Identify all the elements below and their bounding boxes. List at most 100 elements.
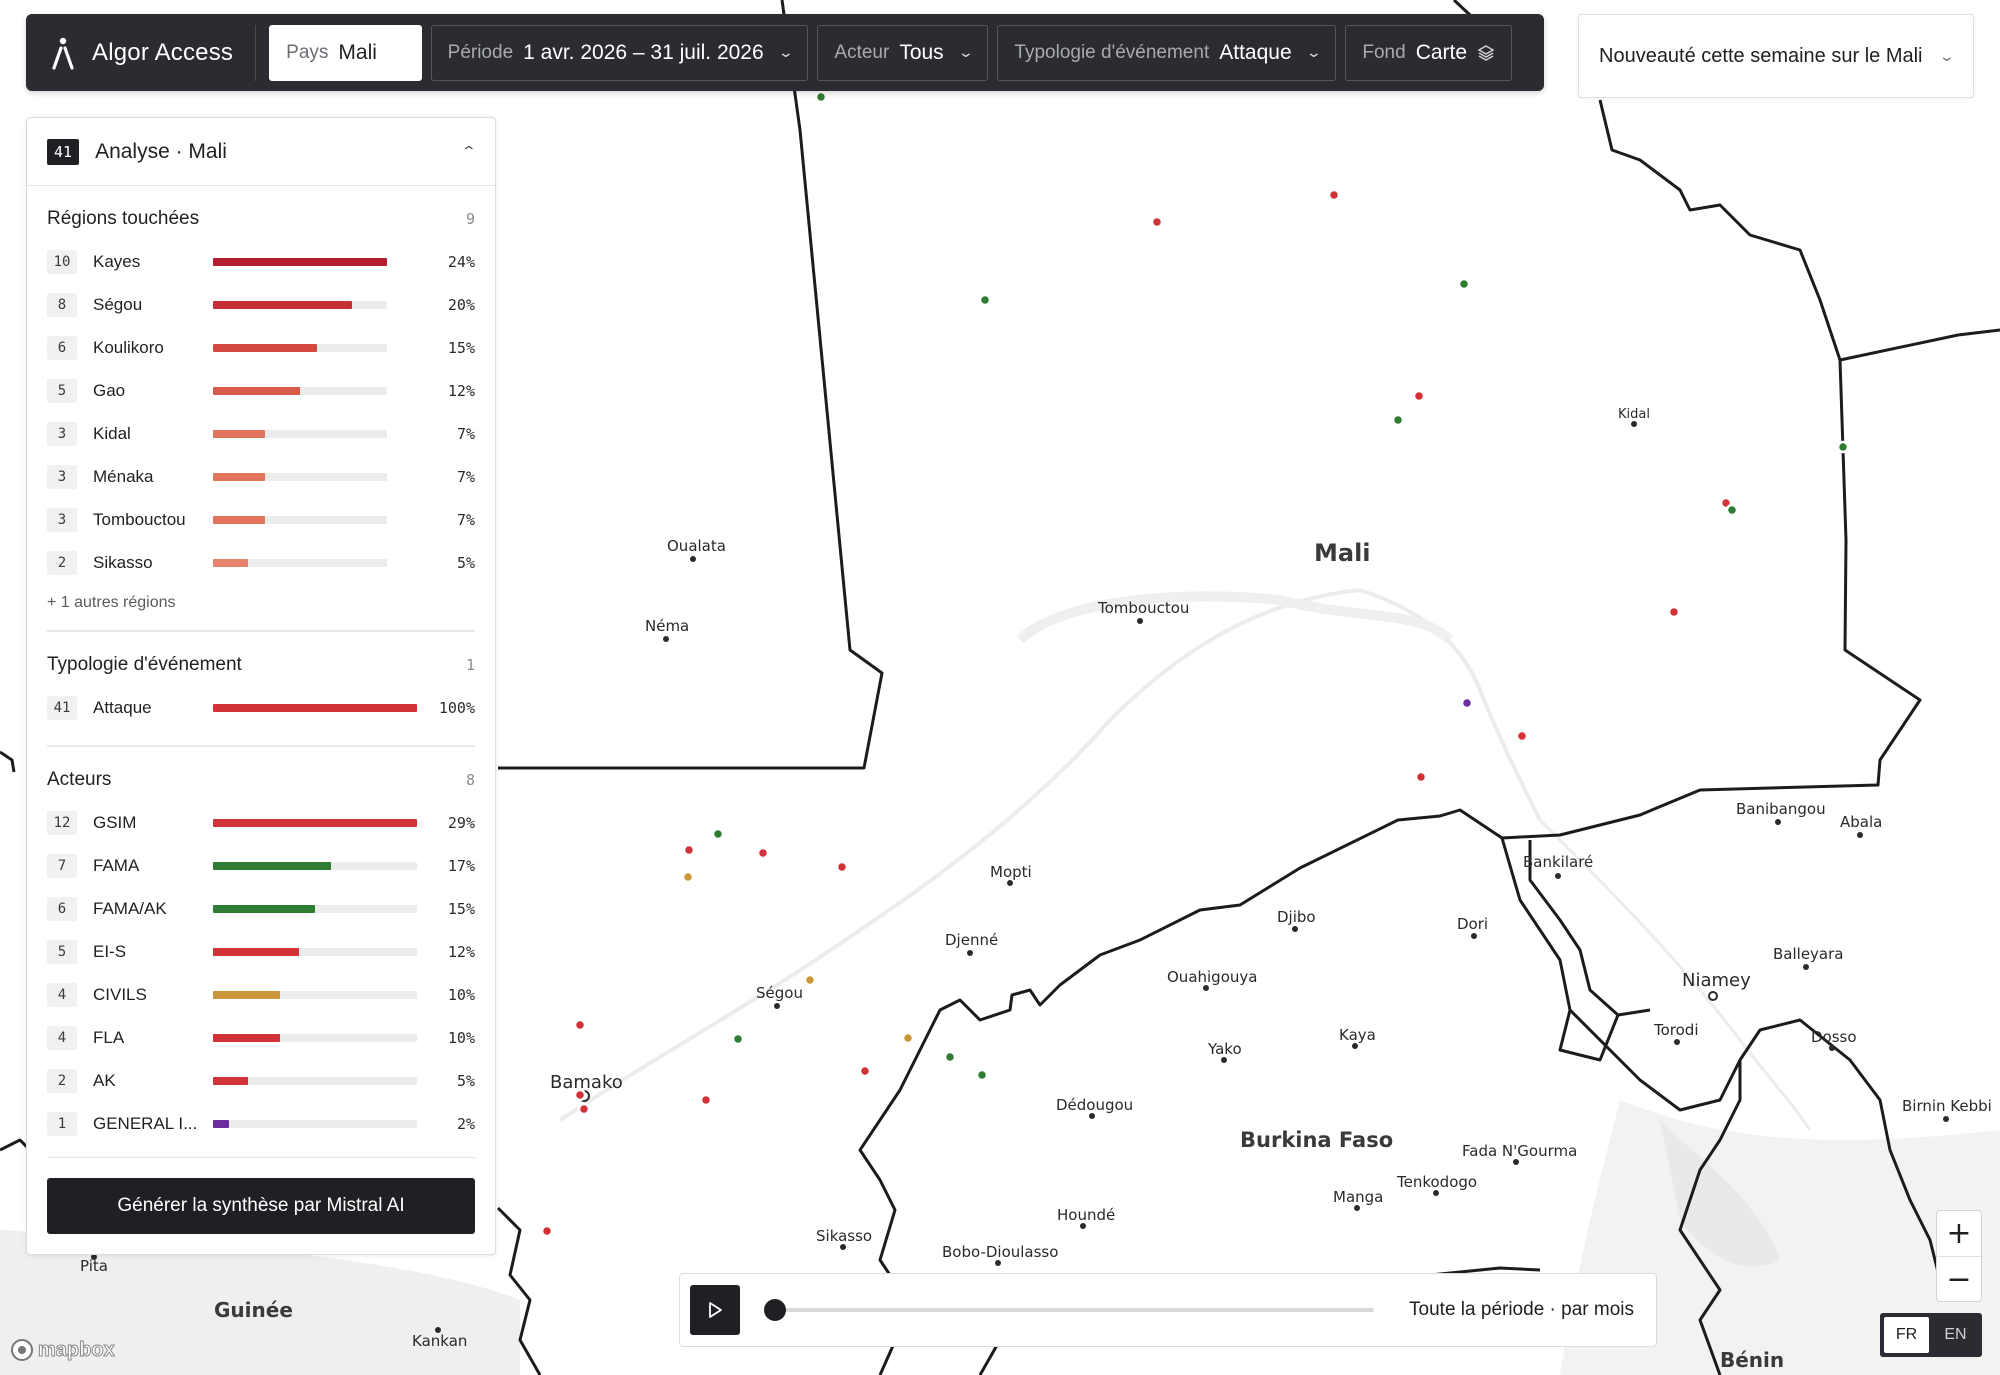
stat-row[interactable]: 7 FAMA 17%: [47, 844, 475, 887]
zoom-out-button[interactable]: −: [1937, 1256, 1981, 1301]
event-marker: [975, 1068, 989, 1082]
regions-title: Régions touchées: [47, 208, 200, 229]
country-benin: Bénin: [1720, 1348, 1784, 1372]
chevron-down-icon: ⌄: [390, 44, 407, 60]
filter-country[interactable]: Pays Mali ⌄: [269, 24, 422, 81]
svg-text:Abala: Abala: [1840, 813, 1882, 831]
actors-title: Acteurs: [47, 769, 112, 790]
event-marker: [1414, 770, 1428, 784]
stat-label: Ménaka: [93, 466, 154, 486]
country-mali: Mali: [1314, 539, 1371, 567]
filter-basemap[interactable]: Fond Carte: [1345, 24, 1513, 81]
event-marker: [1412, 389, 1426, 403]
stat-bar: [213, 257, 387, 266]
stat-percent: 15%: [447, 899, 475, 918]
stat-bar: [213, 1076, 417, 1085]
stat-count: 5: [47, 939, 77, 964]
stat-row[interactable]: 3 Kidal 7%: [47, 412, 475, 455]
stat-row[interactable]: 8 Ségou 20%: [47, 283, 475, 326]
filter-actor[interactable]: Acteur Tous ⌄: [817, 24, 989, 81]
stat-bar: [213, 515, 387, 524]
stat-percent: 100%: [438, 698, 475, 717]
stat-bar-fill: [213, 300, 353, 309]
timeline-player: Toute la période · par mois: [679, 1273, 1657, 1347]
event-marker: [1327, 188, 1341, 202]
timeline-slider[interactable]: [764, 1299, 1374, 1321]
stat-row[interactable]: 5 Gao 12%: [47, 369, 475, 412]
stat-label: CIVILS: [93, 984, 147, 1004]
stat-bar: [213, 904, 417, 913]
stat-bar: [213, 947, 417, 956]
chevron-up-icon[interactable]: ⌃: [461, 143, 477, 160]
stat-row[interactable]: 6 Koulikoro 15%: [47, 326, 475, 369]
stat-bar-fill: [213, 472, 266, 481]
stat-count: 41: [47, 695, 77, 720]
stat-row[interactable]: 2 AK 5%: [47, 1059, 475, 1102]
mapbox-icon: [11, 1339, 33, 1361]
svg-text:Fada N'Gourma: Fada N'Gourma: [1462, 1142, 1577, 1160]
svg-text:Bankilaré: Bankilaré: [1523, 853, 1593, 871]
stat-row[interactable]: 10 Kayes 24%: [47, 240, 475, 283]
event-marker: [681, 870, 695, 884]
event-marker: [682, 843, 696, 857]
zoom-in-button[interactable]: +: [1937, 1211, 1981, 1256]
stat-row[interactable]: 1 GENERAL I... 2%: [47, 1102, 475, 1145]
top-toolbar: Algor Access Pays Mali ⌄ Période 1 avr. …: [26, 14, 1544, 91]
stat-row[interactable]: 3 Ménaka 7%: [47, 455, 475, 498]
event-marker: [540, 1224, 554, 1238]
stat-bar-fill: [213, 947, 299, 956]
stat-bar: [213, 429, 387, 438]
stat-label: Koulikoro: [93, 337, 164, 357]
stat-row[interactable]: 4 FLA 10%: [47, 1016, 475, 1059]
generate-summary-button[interactable]: Générer la synthèse par Mistral AI: [47, 1178, 475, 1234]
svg-text:Houndé: Houndé: [1057, 1206, 1115, 1224]
stat-count: 10: [47, 249, 77, 274]
timeline-slider-handle[interactable]: [764, 1299, 786, 1321]
stat-percent: 17%: [447, 856, 475, 875]
lang-fr-button[interactable]: FR: [1884, 1317, 1929, 1353]
play-button[interactable]: [690, 1285, 740, 1335]
stat-row[interactable]: 2 Sikasso 5%: [47, 541, 475, 584]
svg-text:Birnin Kebbi: Birnin Kebbi: [1902, 1097, 1992, 1115]
more-regions-link[interactable]: + 1 autres régions: [47, 594, 475, 632]
event-marker: [1515, 729, 1529, 743]
stat-bar-fill: [213, 257, 387, 266]
stat-label: Gao: [93, 380, 126, 400]
svg-text:Tenkodogo: Tenkodogo: [1396, 1173, 1477, 1191]
svg-text:Dédougou: Dédougou: [1056, 1096, 1133, 1114]
lang-en-button[interactable]: EN: [1933, 1317, 1978, 1353]
brand[interactable]: Algor Access: [36, 24, 257, 81]
stat-row[interactable]: 4 CIVILS 10%: [47, 973, 475, 1016]
panel-header[interactable]: 41 Analyse · Mali ⌃: [27, 118, 495, 186]
stat-percent: 29%: [447, 813, 475, 832]
stat-row[interactable]: 41 Attaque 100%: [47, 686, 475, 729]
filter-basemap-key: Fond: [1362, 41, 1406, 63]
event-marker: [1457, 277, 1471, 291]
svg-text:Balleyara: Balleyara: [1773, 945, 1843, 963]
filter-period[interactable]: Période 1 avr. 2026 – 31 juil. 2026 ⌄: [430, 24, 809, 81]
stat-row[interactable]: 5 EI-S 12%: [47, 930, 475, 973]
event-marker: [1460, 696, 1474, 710]
stat-count: 6: [47, 335, 77, 360]
timeline-label: Toute la période · par mois: [1409, 1299, 1634, 1320]
news-dropdown[interactable]: Nouveauté cette semaine sur le Mali ⌄: [1578, 14, 1974, 98]
filter-country-value: Mali: [338, 40, 377, 64]
stat-percent: 20%: [447, 295, 475, 314]
stat-count: 3: [47, 464, 77, 489]
stat-bar-fill: [213, 558, 248, 567]
stat-bar: [213, 990, 417, 999]
play-icon: [709, 1302, 722, 1318]
filter-event-type[interactable]: Typologie d'événement Attaque ⌄: [997, 24, 1337, 81]
svg-text:Djibo: Djibo: [1277, 908, 1316, 926]
stat-label: GSIM: [93, 812, 137, 832]
app-name: Algor Access: [92, 38, 234, 66]
stat-row[interactable]: 6 FAMA/AK 15%: [47, 887, 475, 930]
stat-label: Sikasso: [93, 552, 153, 572]
stat-count: 2: [47, 1068, 77, 1093]
stat-label: Kayes: [93, 251, 141, 271]
mapbox-logo[interactable]: mapbox: [10, 1338, 115, 1362]
stat-row[interactable]: 3 Tombouctou 7%: [47, 498, 475, 541]
stat-row[interactable]: 12 GSIM 29%: [47, 801, 475, 844]
stat-bar-fill: [213, 1033, 281, 1042]
stat-bar: [213, 861, 417, 870]
